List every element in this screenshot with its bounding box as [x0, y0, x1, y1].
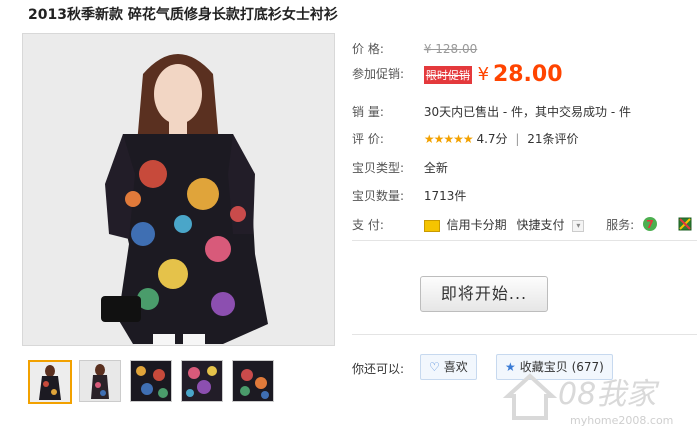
watermark-logo: 08我家 myhome2008.com [500, 362, 697, 430]
quantity-value: 1713件 [423, 189, 467, 203]
thumb-5-image [233, 361, 273, 401]
type-row: 宝贝类型: 全新 [352, 159, 448, 176]
payment-method[interactable]: 信用卡分期 [447, 218, 507, 232]
thumbnail-5[interactable] [232, 360, 274, 402]
quantity-row: 宝贝数量: 1713件 [352, 187, 466, 204]
thumb-2-image [80, 361, 120, 401]
svg-text:myhome2008.com: myhome2008.com [570, 414, 673, 427]
promo-currency: ¥ [477, 64, 490, 85]
rating-score: 4.7分 [476, 132, 508, 146]
like-label: 喜欢 [443, 360, 468, 374]
rating-label: 评 价: [352, 132, 384, 146]
original-price: ¥ 128.00 [423, 42, 478, 56]
svg-text:08我家: 08我家 [558, 377, 660, 412]
credit-card-icon [423, 219, 440, 232]
payment-quick[interactable]: 快捷支付 [517, 218, 565, 232]
payment-label: 支 付: [352, 218, 384, 232]
thumbnail-2[interactable] [79, 360, 121, 402]
rating-reviews-link[interactable]: 21条评价 [527, 132, 578, 146]
price-label: 价 格: [352, 42, 384, 56]
promo-label: 参加促销: [352, 67, 405, 81]
thumbnail-4[interactable] [181, 360, 223, 402]
sales-row: 销 量: 30天内已售出 - 件，其中交易成功 - 件 [352, 103, 631, 120]
thumbnail-1[interactable] [28, 360, 72, 404]
rating-row: 评 价: ★★★★★ 4.7分 | 21条评价 [352, 130, 579, 147]
like-button[interactable]: ♡ 喜欢 [420, 354, 477, 380]
type-value: 全新 [423, 161, 448, 175]
sales-text: 30天内已售出 - 件，其中交易成功 - 件 [423, 105, 632, 119]
guarantee-icon[interactable] [678, 217, 692, 234]
service-label: 服务: [606, 218, 635, 232]
thumb-4-image [182, 361, 222, 401]
rating-separator: | [515, 132, 520, 146]
active-thumb-indicator [44, 360, 56, 362]
thumb-1-image [30, 362, 70, 402]
sales-label: 销 量: [352, 105, 384, 119]
payment-row: 支 付: 信用卡分期 快捷支付 ▾ 服务: 7 [352, 216, 692, 235]
main-product-image [22, 33, 335, 346]
payment-dropdown-icon[interactable]: ▾ [572, 219, 585, 232]
product-title: 2013秋季新款 碎花气质修身长款打底衫女士衬衫 [28, 7, 338, 23]
share-label: 你还可以: [352, 362, 405, 376]
svg-text:7: 7 [646, 218, 654, 231]
thumb-3-image [131, 361, 171, 401]
quantity-label: 宝贝数量: [352, 189, 405, 203]
type-label: 宝贝类型: [352, 161, 405, 175]
promo-price: 28.00 [492, 62, 563, 87]
price-row: 价 格: ¥ 128.00 [352, 40, 477, 57]
rating-stars-icon: ★★★★★ [423, 132, 474, 146]
promo-tag: 限时促销 [423, 65, 472, 84]
promo-row: 参加促销: 限时促销 ¥ 28.00 [352, 62, 563, 87]
buy-button[interactable]: 即将开始... [420, 276, 548, 312]
share-divider [352, 334, 697, 335]
thumbnail-3[interactable] [130, 360, 172, 402]
heart-icon: ♡ [429, 360, 440, 374]
seven-day-return-icon[interactable]: 7 [642, 216, 658, 235]
section-divider [352, 240, 697, 241]
model-illustration [23, 34, 334, 345]
